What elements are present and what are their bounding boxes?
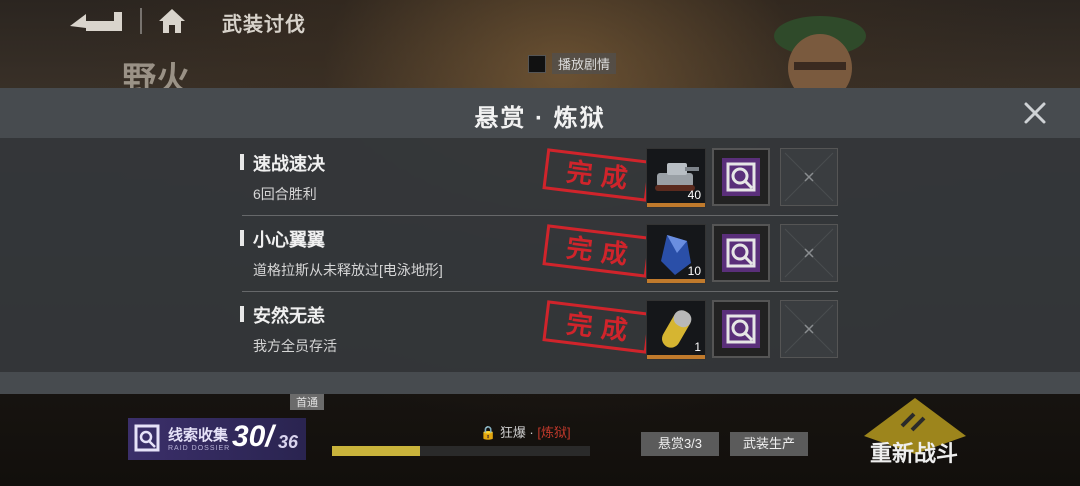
story-toggle[interactable]: 播放剧情: [528, 53, 617, 74]
task-row: 速战速决 6回合胜利 完 成 40: [240, 140, 840, 216]
reward-item[interactable]: 1: [646, 300, 706, 360]
divider: [140, 8, 142, 34]
clue-icon: [722, 310, 760, 348]
complete-stamp: 完 成: [542, 148, 652, 202]
task-description: 6回合胜利: [253, 186, 317, 202]
page-title: 武装讨伐: [222, 14, 306, 36]
progress-bar: [332, 446, 590, 456]
first-clear-tag: 首通: [290, 394, 324, 410]
clue-collection-panel[interactable]: 线索收集 RAID DOSSIER 30/ 36: [128, 418, 306, 460]
clue-icon: [134, 424, 160, 452]
restart-battle-button[interactable]: 重新战斗: [870, 436, 958, 468]
complete-stamp: 完 成: [542, 300, 652, 354]
clue-reward[interactable]: [712, 148, 770, 206]
close-icon[interactable]: [1022, 100, 1048, 126]
clue-reward[interactable]: [712, 300, 770, 358]
clue-total: 36: [278, 432, 299, 452]
quality-bar: [647, 355, 705, 359]
empty-reward-slot: [780, 300, 838, 358]
difficulty-value: [炼狱]: [537, 425, 571, 440]
difficulty-prefix: 狂爆 ·: [499, 425, 534, 440]
craft-button[interactable]: 武装生产: [730, 432, 808, 456]
lock-icon: 🔒: [480, 425, 497, 440]
bounty-button[interactable]: 悬赏3/3: [641, 432, 719, 456]
reward-quantity: 40: [687, 188, 701, 202]
empty-slot-icon: [784, 152, 834, 202]
bottom-hud: 首通 线索收集 RAID DOSSIER 30/ 36 🔒 狂爆 · [炼狱] …: [0, 394, 1080, 486]
task-marker: [240, 230, 244, 246]
task-description: 我方全员存活: [253, 338, 337, 354]
quality-bar: [647, 203, 705, 207]
task-name: 小心翼翼: [253, 230, 325, 250]
empty-slot-icon: [784, 304, 834, 354]
task-marker: [240, 154, 244, 170]
reward-quantity: 10: [687, 264, 701, 278]
top-bar: 武装讨伐: [0, 0, 1080, 42]
clue-label: 线索收集: [168, 427, 229, 444]
stamp-text: 完 成: [565, 156, 629, 194]
home-icon[interactable]: [158, 8, 186, 34]
modal-title: 悬赏 · 炼狱: [474, 105, 606, 132]
clue-reward[interactable]: [712, 224, 770, 282]
bounty-modal: 悬赏 · 炼狱 速战速决 6回合胜利 完 成 40 小心翼翼 道格拉斯从未释放过…: [0, 88, 1080, 394]
story-checkbox[interactable]: [528, 54, 546, 73]
character-portrait: [774, 16, 866, 98]
task-row: 小心翼翼 道格拉斯从未释放过[电泳地形] 完 成 10: [240, 216, 840, 292]
clue-icon: [722, 158, 760, 196]
clue-count: 30/: [232, 420, 274, 453]
task-row: 安然无恙 我方全员存活 完 成 1: [240, 292, 840, 368]
modal-footer: [0, 372, 1080, 394]
task-description: 道格拉斯从未释放过[电泳地形]: [253, 262, 443, 278]
reward-item[interactable]: 40: [646, 148, 706, 208]
progress-fill: [332, 446, 420, 456]
story-toggle-label: 播放剧情: [552, 53, 617, 74]
back-arrow-icon[interactable]: [68, 10, 124, 32]
clue-icon: [722, 234, 760, 272]
reward-quantity: 1: [694, 340, 701, 354]
stamp-text: 完 成: [565, 308, 629, 346]
clue-sublabel: RAID DOSSIER: [168, 445, 231, 452]
empty-slot-icon: [784, 228, 834, 278]
stamp-text: 完 成: [565, 232, 629, 270]
task-name: 速战速决: [253, 154, 325, 174]
empty-reward-slot: [780, 148, 838, 206]
complete-stamp: 完 成: [542, 224, 652, 278]
quality-bar: [647, 279, 705, 283]
modal-header: 悬赏 · 炼狱: [0, 88, 1080, 138]
task-name: 安然无恙: [253, 306, 325, 326]
reward-item[interactable]: 10: [646, 224, 706, 284]
empty-reward-slot: [780, 224, 838, 282]
task-marker: [240, 306, 244, 322]
difficulty-line: 🔒 狂爆 · [炼狱]: [480, 422, 571, 441]
